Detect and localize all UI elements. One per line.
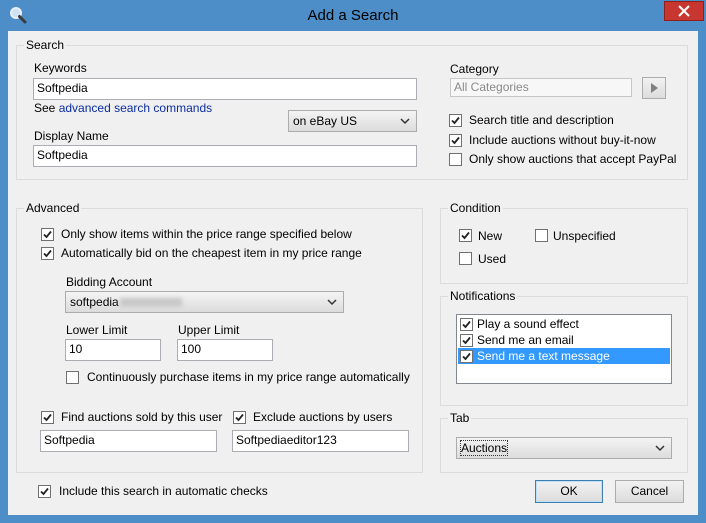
sold-by-checkbox[interactable] bbox=[41, 411, 54, 424]
search-group-title: Search bbox=[24, 38, 67, 52]
unspecified-label: Unspecified bbox=[553, 229, 616, 243]
title-description-checkbox[interactable] bbox=[449, 114, 462, 127]
see-text: See bbox=[34, 101, 56, 115]
condition-group: Condition New Unspecified Used bbox=[440, 201, 688, 284]
condition-group-title: Condition bbox=[448, 201, 503, 215]
price-range-label: Only show items within the price range s… bbox=[61, 227, 352, 241]
checkmark-icon bbox=[40, 487, 49, 496]
title-description-label: Search title and description bbox=[469, 113, 614, 127]
include-auto-checkbox[interactable] bbox=[38, 485, 51, 498]
bidding-account-value: softpedia bbox=[70, 295, 119, 309]
unspecified-checkbox[interactable] bbox=[535, 229, 548, 242]
continuous-purchase-checkbox[interactable] bbox=[66, 371, 79, 384]
close-icon bbox=[678, 5, 690, 17]
site-select[interactable]: on eBay US bbox=[288, 110, 417, 132]
exclude-users-label: Exclude auctions by users bbox=[253, 410, 393, 424]
bidding-account-select[interactable]: softpedia bbox=[65, 291, 344, 313]
notification-label: Send me an email bbox=[477, 333, 574, 347]
exclude-users-input[interactable]: Softpediaeditor123 bbox=[232, 430, 409, 452]
bidding-account-label: Bidding Account bbox=[66, 275, 153, 289]
exclude-users-checkbox[interactable] bbox=[233, 411, 246, 424]
notifications-list[interactable]: Play a sound effect Send me an email Sen… bbox=[456, 314, 672, 384]
window-title: Add a Search bbox=[307, 7, 399, 24]
notification-checkbox[interactable] bbox=[460, 318, 473, 331]
checkmark-icon bbox=[462, 352, 471, 361]
auto-bid-label: Automatically bid on the cheapest item i… bbox=[61, 246, 362, 260]
tab-select[interactable]: Auctions bbox=[456, 437, 672, 459]
tab-group: Tab Auctions bbox=[440, 411, 688, 473]
notification-label: Play a sound effect bbox=[477, 317, 579, 331]
buy-it-now-checkbox[interactable] bbox=[449, 134, 462, 147]
add-search-window: Add a Search Search Keywords Softpedia S… bbox=[0, 0, 706, 523]
checkmark-icon bbox=[235, 413, 244, 422]
display-name-label: Display Name bbox=[34, 129, 109, 143]
sold-by-label: Find auctions sold by this user bbox=[61, 410, 223, 424]
checkmark-icon bbox=[461, 231, 470, 240]
lower-limit-label: Lower Limit bbox=[66, 323, 128, 337]
tab-group-title: Tab bbox=[448, 411, 472, 425]
checkmark-icon bbox=[43, 230, 52, 239]
checkmark-icon bbox=[451, 136, 460, 145]
chevron-down-icon bbox=[327, 299, 337, 306]
notifications-group-title: Notifications bbox=[448, 289, 518, 303]
category-field: All Categories bbox=[450, 78, 632, 97]
paypal-label: Only show auctions that accept PayPal bbox=[469, 152, 677, 166]
keywords-input[interactable]: Softpedia bbox=[33, 78, 417, 100]
notification-item[interactable]: Send me an email bbox=[458, 332, 670, 348]
used-label: Used bbox=[478, 252, 507, 266]
display-name-input[interactable]: Softpedia bbox=[33, 145, 417, 167]
notifications-group: Notifications Play a sound effect Send m… bbox=[440, 289, 688, 406]
title-bar[interactable]: Add a Search bbox=[0, 0, 706, 31]
checkmark-icon bbox=[43, 249, 52, 258]
ok-button[interactable]: OK bbox=[535, 480, 603, 503]
chevron-down-icon bbox=[655, 445, 665, 452]
advanced-group: Advanced Only show items within the pric… bbox=[16, 201, 423, 473]
new-label: New bbox=[478, 229, 503, 243]
upper-limit-input[interactable]: 100 bbox=[177, 339, 273, 361]
play-arrow-icon bbox=[651, 83, 658, 93]
notification-checkbox[interactable] bbox=[460, 334, 473, 347]
advanced-group-title: Advanced bbox=[24, 201, 82, 215]
notification-checkbox[interactable] bbox=[460, 350, 473, 363]
advanced-commands-line: See advanced search commands bbox=[34, 101, 212, 115]
auto-bid-checkbox[interactable] bbox=[41, 247, 54, 260]
advanced-search-commands-link[interactable]: advanced search commands bbox=[59, 101, 212, 115]
keywords-label: Keywords bbox=[34, 61, 87, 75]
new-checkbox[interactable] bbox=[459, 229, 472, 242]
chevron-down-icon bbox=[400, 118, 410, 125]
category-browse-button[interactable] bbox=[642, 77, 666, 99]
notification-label: Send me a text message bbox=[477, 349, 610, 363]
upper-limit-label: Upper Limit bbox=[178, 323, 240, 337]
continuous-purchase-label: Continuously purchase items in my price … bbox=[87, 370, 410, 384]
buy-it-now-label: Include auctions without buy-it-now bbox=[469, 133, 656, 147]
lower-limit-input[interactable]: 10 bbox=[65, 339, 161, 361]
price-range-checkbox[interactable] bbox=[41, 228, 54, 241]
tab-select-value: Auctions bbox=[459, 440, 509, 456]
category-label: Category bbox=[450, 62, 499, 76]
notification-item[interactable]: Send me a text message bbox=[458, 348, 670, 364]
checkmark-icon bbox=[43, 413, 52, 422]
redacted-email bbox=[119, 298, 182, 308]
include-auto-label: Include this search in automatic checks bbox=[59, 484, 268, 498]
checkmark-icon bbox=[462, 336, 471, 345]
paypal-checkbox[interactable] bbox=[449, 153, 462, 166]
checkmark-icon bbox=[451, 116, 460, 125]
search-group: Search Keywords Softpedia See advanced s… bbox=[16, 38, 688, 180]
cancel-button[interactable]: Cancel bbox=[615, 480, 684, 503]
notification-item[interactable]: Play a sound effect bbox=[458, 316, 670, 332]
site-select-value: on eBay US bbox=[293, 114, 358, 128]
sold-by-input[interactable]: Softpedia bbox=[40, 430, 217, 452]
checkmark-icon bbox=[462, 320, 471, 329]
close-button[interactable] bbox=[664, 1, 704, 21]
dialog-body: Search Keywords Softpedia See advanced s… bbox=[8, 31, 698, 515]
used-checkbox[interactable] bbox=[459, 252, 472, 265]
